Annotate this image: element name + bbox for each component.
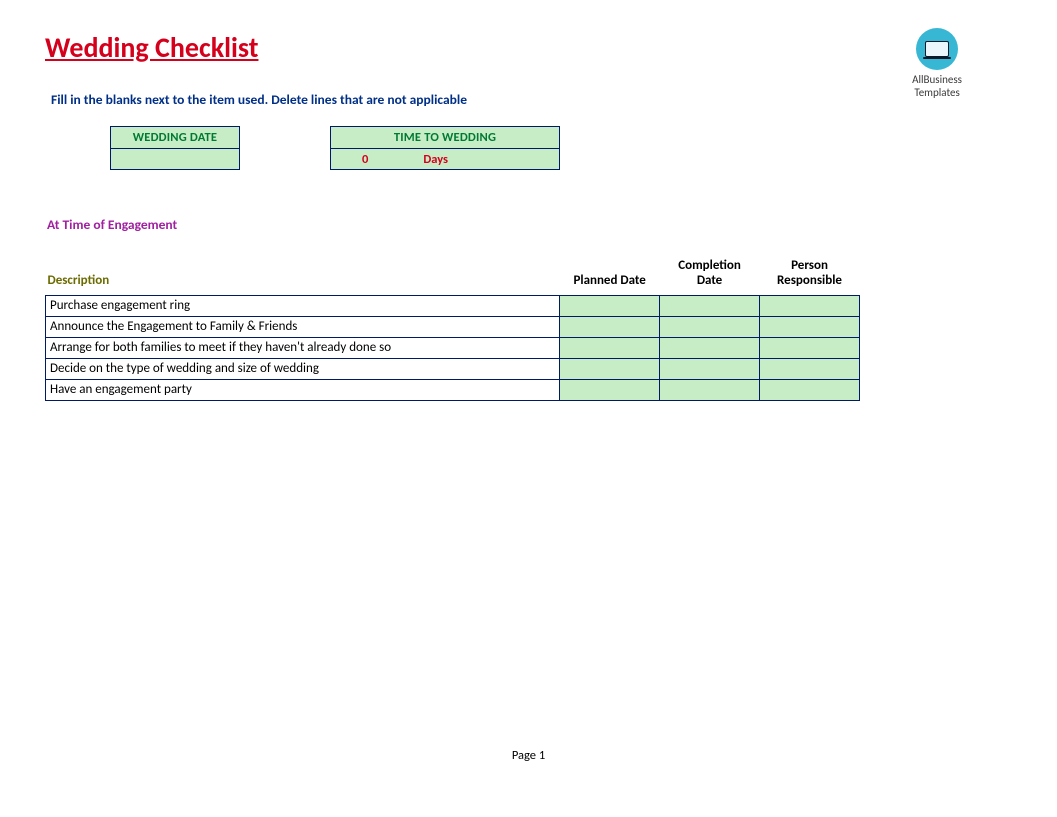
cell-description: Decide on the type of wedding and size o…	[46, 358, 560, 379]
brand-logo: AllBusiness Templates	[912, 28, 962, 99]
cell-completion-date[interactable]	[660, 379, 760, 400]
brand-line2: Templates	[912, 87, 962, 100]
cell-planned-date[interactable]	[560, 295, 660, 316]
cell-completion-date[interactable]	[660, 316, 760, 337]
cell-responsible[interactable]	[760, 295, 860, 316]
col-header-planned: Planned Date	[560, 257, 660, 295]
table-row: Decide on the type of wedding and size o…	[46, 358, 860, 379]
page-footer: Page 1	[0, 748, 1057, 763]
date-boxes-row: WEDDING DATE TIME TO WEDDING 0 Days	[110, 126, 1012, 170]
table-row: Arrange for both families to meet if the…	[46, 337, 860, 358]
brand-line1: AllBusiness	[912, 74, 962, 87]
wedding-date-input[interactable]	[111, 149, 239, 169]
table-row: Purchase engagement ring	[46, 295, 860, 316]
cell-planned-date[interactable]	[560, 379, 660, 400]
time-to-wedding-value: 0 Days	[331, 149, 559, 169]
countdown-number: 0	[331, 152, 399, 167]
col-header-completion: Completion Date	[660, 257, 760, 295]
table-row: Announce the Engagement to Family & Frie…	[46, 316, 860, 337]
cell-description: Purchase engagement ring	[46, 295, 560, 316]
col-header-responsible: Person Responsible	[760, 257, 860, 295]
wedding-date-label: WEDDING DATE	[111, 127, 239, 149]
cell-responsible[interactable]	[760, 337, 860, 358]
cell-planned-date[interactable]	[560, 316, 660, 337]
table-row: Have an engagement party	[46, 379, 860, 400]
laptop-icon	[916, 28, 958, 70]
checklist-table: Description Planned Date Completion Date…	[45, 257, 860, 401]
cell-description: Have an engagement party	[46, 379, 560, 400]
page-content: Wedding Checklist AllBusiness Templates …	[0, 0, 1057, 431]
cell-responsible[interactable]	[760, 379, 860, 400]
cell-description: Announce the Engagement to Family & Frie…	[46, 316, 560, 337]
cell-responsible[interactable]	[760, 316, 860, 337]
cell-completion-date[interactable]	[660, 337, 760, 358]
document-title: Wedding Checklist	[45, 30, 1012, 65]
countdown-unit: Days	[399, 152, 559, 167]
wedding-date-box: WEDDING DATE	[110, 126, 240, 170]
cell-completion-date[interactable]	[660, 358, 760, 379]
col-header-description: Description	[46, 257, 560, 295]
cell-planned-date[interactable]	[560, 337, 660, 358]
cell-planned-date[interactable]	[560, 358, 660, 379]
cell-responsible[interactable]	[760, 358, 860, 379]
cell-completion-date[interactable]	[660, 295, 760, 316]
section-title: At Time of Engagement	[47, 216, 1012, 233]
cell-description: Arrange for both families to meet if the…	[46, 337, 560, 358]
time-to-wedding-box: TIME TO WEDDING 0 Days	[330, 126, 560, 170]
time-to-wedding-label: TIME TO WEDDING	[331, 127, 559, 149]
instructions-text: Fill in the blanks next to the item used…	[51, 91, 1012, 108]
